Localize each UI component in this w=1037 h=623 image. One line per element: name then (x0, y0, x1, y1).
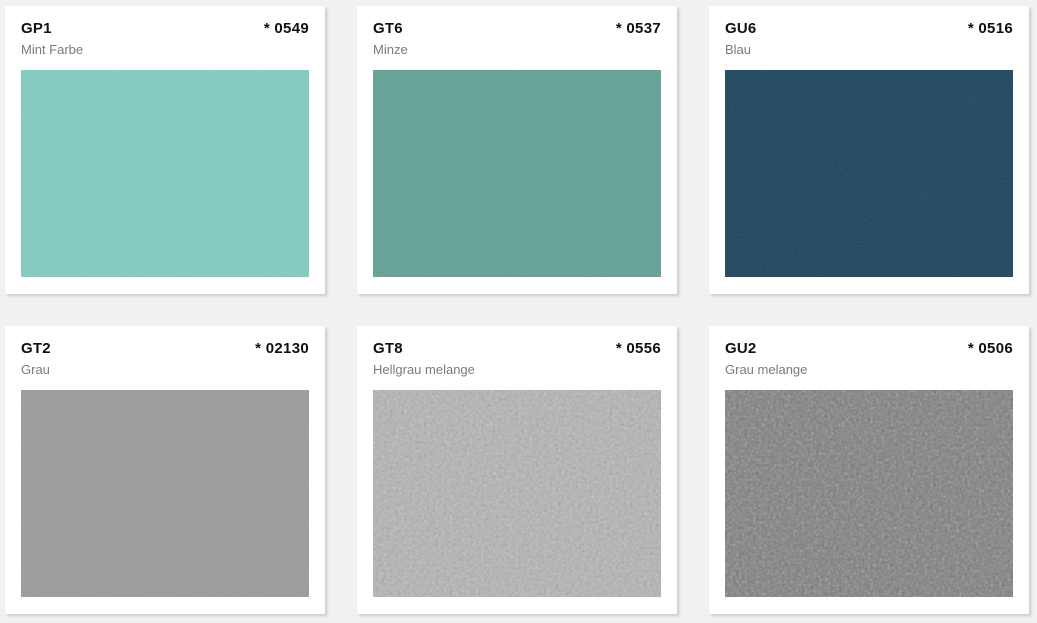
swatch-card[interactable]: GP1 * 0549 Mint Farbe (5, 6, 325, 294)
swatch-code: GP1 (21, 20, 52, 37)
color-swatch[interactable] (21, 390, 309, 597)
swatch-name: Blau (725, 42, 752, 57)
color-swatch[interactable] (725, 70, 1013, 277)
swatch-card[interactable]: GT6 * 0537 Minze (357, 6, 677, 294)
swatch-name: Grau melange (725, 362, 808, 377)
swatch-card[interactable]: GU2 * 0506 Grau melange (709, 326, 1029, 614)
swatch-number: * 0506 (967, 340, 1013, 357)
fabric-texture (21, 390, 309, 597)
swatch-code: GT6 (373, 20, 403, 37)
swatch-card[interactable]: GU6 * 0516 Blau (709, 6, 1029, 294)
fabric-texture (725, 390, 1013, 597)
fabric-texture (373, 390, 661, 597)
fabric-texture (373, 70, 661, 277)
swatch-code: GT8 (373, 340, 403, 357)
swatch-number: * 0549 (263, 20, 309, 37)
fabric-texture (21, 70, 309, 277)
swatch-number: * 02130 (255, 340, 309, 357)
swatch-number: * 0537 (615, 20, 661, 37)
swatch-number: * 0556 (615, 340, 661, 357)
swatch-code: GU6 (725, 20, 757, 37)
color-swatch[interactable] (21, 70, 309, 277)
color-swatch[interactable] (725, 390, 1013, 597)
swatch-name: Grau (21, 362, 50, 377)
swatch-card[interactable]: GT2 * 02130 Grau (5, 326, 325, 614)
swatch-number: * 0516 (967, 20, 1013, 37)
color-swatch[interactable] (373, 70, 661, 277)
swatch-card[interactable]: GT8 * 0556 Hellgrau melange (357, 326, 677, 614)
swatch-name: Mint Farbe (21, 42, 84, 57)
swatch-code: GT2 (21, 340, 51, 357)
fabric-texture (725, 70, 1013, 277)
swatch-code: GU2 (725, 340, 757, 357)
swatch-name: Hellgrau melange (373, 362, 475, 377)
color-swatch[interactable] (373, 390, 661, 597)
swatch-name: Minze (373, 42, 408, 57)
